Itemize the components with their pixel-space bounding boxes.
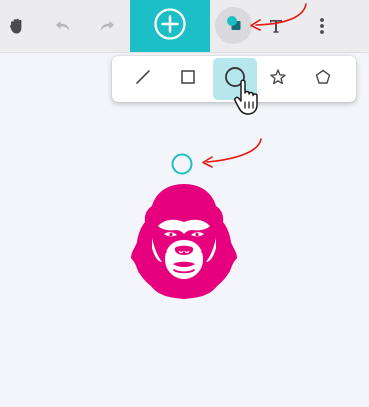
plus-circle-icon: [153, 7, 187, 46]
more-vertical-icon: [319, 17, 325, 35]
shapes-button[interactable]: [215, 7, 252, 44]
shapes-icon: [225, 14, 243, 37]
redo-button[interactable]: [92, 0, 122, 52]
text-icon: [267, 16, 285, 36]
add-button[interactable]: [130, 0, 210, 52]
hand-icon: [7, 16, 27, 36]
more-options-button[interactable]: [310, 0, 334, 52]
text-tool-button[interactable]: [263, 0, 289, 52]
undo-icon: [54, 18, 72, 34]
drawing-canvas[interactable]: [0, 53, 369, 407]
undo-button[interactable]: [48, 0, 78, 52]
redo-icon: [98, 18, 116, 34]
pan-tool-button[interactable]: [2, 0, 32, 52]
top-toolbar: [0, 0, 369, 53]
